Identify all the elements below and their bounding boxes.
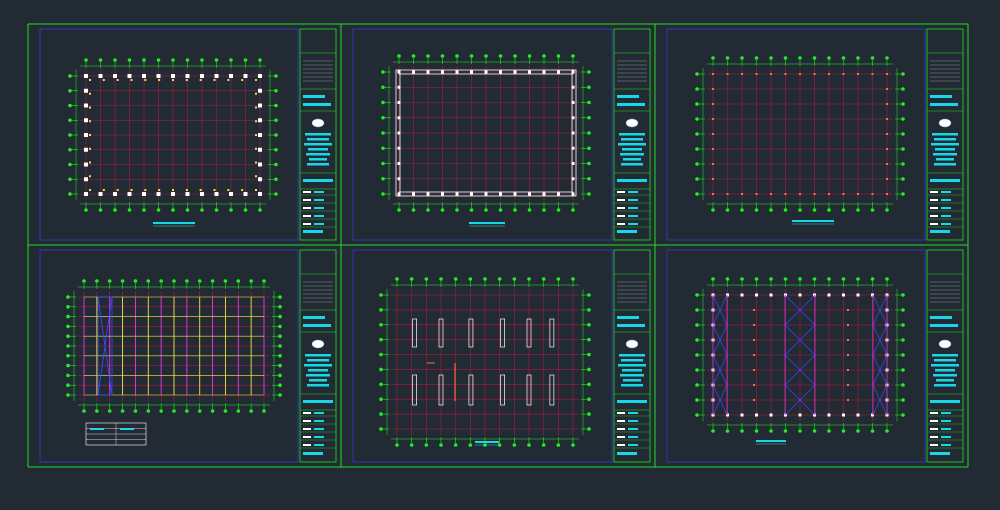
structural-grid xyxy=(707,68,893,200)
company-logo-icon xyxy=(311,118,325,128)
sheet-anchor-bolt-plan[interactable] xyxy=(352,28,651,241)
sheet-wall-elevation-plan[interactable] xyxy=(352,249,651,463)
company-logo-icon xyxy=(938,339,952,349)
wall-openings xyxy=(412,318,555,406)
company-logo-icon xyxy=(938,118,952,128)
structural-grid xyxy=(391,289,579,435)
drawing-caption xyxy=(153,222,195,227)
title-block xyxy=(613,28,651,241)
drawing-caption xyxy=(792,220,834,225)
drawing-caption xyxy=(756,440,786,445)
company-logo-icon xyxy=(311,339,325,349)
title-block xyxy=(613,249,651,463)
company-logo-icon xyxy=(625,339,639,349)
sheet-bracing-layout-plan[interactable] xyxy=(666,249,964,463)
title-block xyxy=(926,249,964,463)
structural-grid xyxy=(707,289,893,421)
title-block xyxy=(299,249,337,463)
sheet-foundation-plan[interactable] xyxy=(666,28,964,241)
drawing-caption xyxy=(475,441,499,446)
material-table xyxy=(85,422,147,446)
structural-grid xyxy=(80,70,266,200)
drawing-caption xyxy=(469,222,505,227)
sheet-column-layout-plan[interactable] xyxy=(39,28,337,241)
title-block xyxy=(299,28,337,241)
title-block xyxy=(926,28,964,241)
drawing-canvas[interactable] xyxy=(0,0,1000,510)
company-logo-icon xyxy=(625,118,639,128)
structural-grid xyxy=(393,66,579,200)
sheet-roof-purlin-plan[interactable] xyxy=(39,249,337,463)
